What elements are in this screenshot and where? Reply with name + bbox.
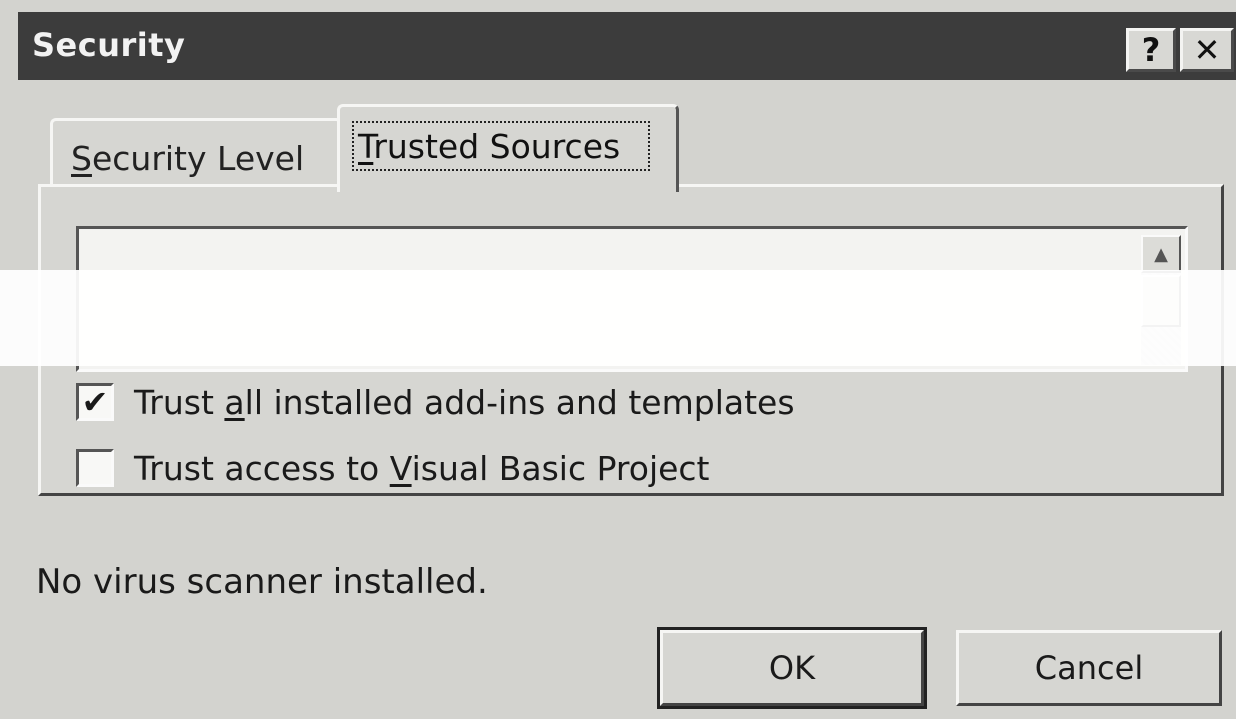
help-icon: ? xyxy=(1141,31,1161,69)
ok-button[interactable]: OK xyxy=(657,627,927,709)
tab-trusted-sources[interactable]: Trusted Sources xyxy=(337,104,679,192)
title-bar: Security ? ✕ xyxy=(18,12,1236,80)
security-dialog: Security ? ✕ Security Level Trusted Sour… xyxy=(0,0,1236,719)
arrow-up-icon: ▲ xyxy=(1154,243,1168,265)
virus-scanner-status: No virus scanner installed. xyxy=(36,562,488,602)
trust-add-ins-option[interactable]: ✔ Trust all installed add-ins and templa… xyxy=(76,380,795,424)
dialog-title: Security xyxy=(32,26,186,64)
tab-security-level[interactable]: Security Level xyxy=(50,118,342,188)
tab-trusted-sources-label: Trusted Sources xyxy=(358,127,621,166)
trust-vba-checkbox[interactable] xyxy=(76,449,114,487)
checkmark-icon: ✔ xyxy=(81,383,109,421)
scroll-up-button[interactable]: ▲ xyxy=(1141,235,1181,273)
white-overlay-band xyxy=(0,270,1236,366)
trust-add-ins-checkbox[interactable]: ✔ xyxy=(76,383,114,421)
trust-vba-option[interactable]: Trust access to Visual Basic Project xyxy=(76,446,710,490)
help-button[interactable]: ? xyxy=(1126,28,1176,72)
close-button[interactable]: ✕ xyxy=(1180,28,1234,72)
cancel-button[interactable]: Cancel xyxy=(956,630,1222,706)
tab-security-level-label: Security Level xyxy=(71,139,305,178)
trust-vba-label: Trust access to Visual Basic Project xyxy=(134,448,710,488)
trust-add-ins-label: Trust all installed add-ins and template… xyxy=(134,382,795,422)
close-icon: ✕ xyxy=(1193,31,1221,69)
